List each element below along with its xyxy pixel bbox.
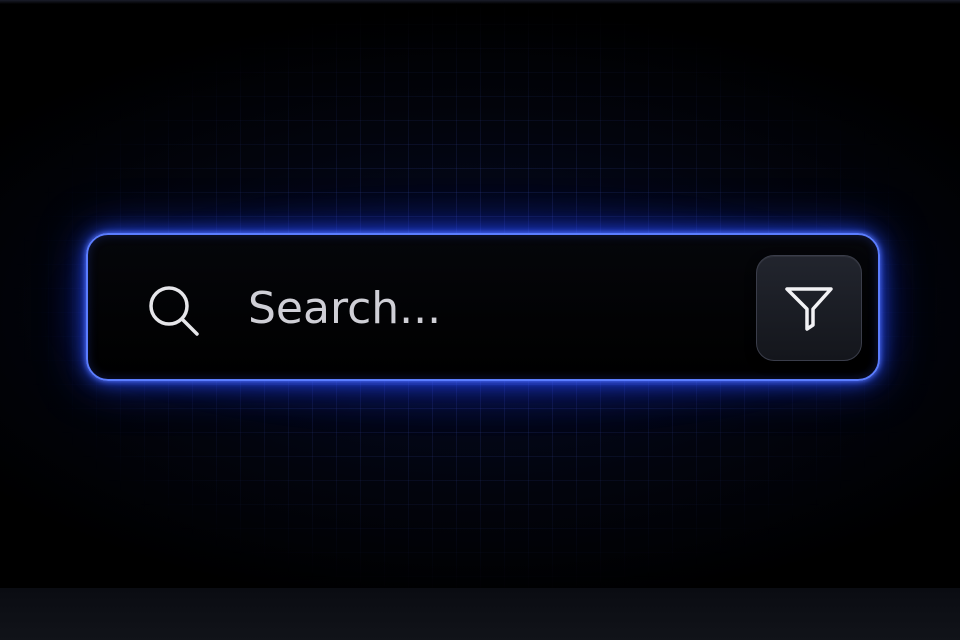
bottom-surface — [0, 588, 960, 640]
search-icon-graphic — [149, 286, 199, 336]
app-background — [0, 0, 960, 640]
filter-button[interactable] — [756, 255, 862, 361]
search-input[interactable] — [248, 275, 728, 341]
filter-funnel-icon — [781, 279, 837, 338]
search-bar — [86, 233, 880, 381]
filter-funnel-icon-graphic — [785, 286, 833, 331]
search-icon — [144, 281, 204, 341]
